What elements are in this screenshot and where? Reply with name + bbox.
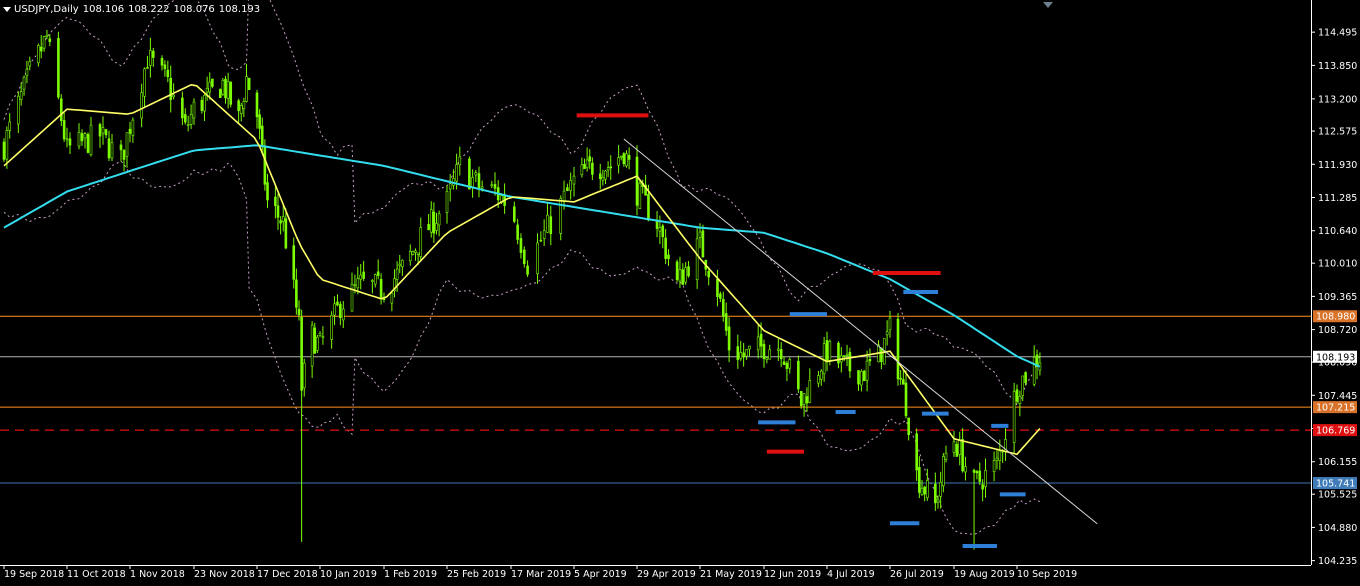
price-chart[interactable]: 114.495 113.850 113.200 112.575 111.930 111.2…: [0, 0, 1360, 582]
candle: [2, 138, 6, 163]
x-tick-label: 29 Apr 2019: [637, 569, 696, 580]
y-tick-label: 111.930: [1318, 160, 1357, 171]
svg-text:108.980: 108.980: [1316, 312, 1355, 323]
candle: [559, 195, 563, 241]
svg-text:107.215: 107.215: [1316, 403, 1355, 414]
high-value: 108.222: [128, 4, 170, 15]
x-tick-label: 17 Dec 2018: [257, 569, 318, 580]
x-tick-label: 1 Nov 2018: [130, 569, 185, 580]
y-tick-label: 105.525: [1318, 490, 1357, 501]
open-value: 108.106: [82, 4, 125, 15]
candle: [218, 88, 222, 98]
candle: [675, 259, 679, 283]
x-tick-label: 23 Nov 2018: [194, 569, 255, 580]
x-tick-label: 10 Sep 2019: [1017, 569, 1077, 580]
y-tick-label: 104.235: [1318, 556, 1357, 567]
x-tick-label: 17 Mar 2019: [511, 569, 571, 580]
x-tick-label: 21 May 2019: [700, 569, 762, 580]
x-tick-label: 19 Sep 2018: [4, 569, 64, 580]
price-level-label[interactable]: 105.741: [1313, 477, 1357, 490]
x-tick-label: 10 Jan 2019: [320, 569, 377, 580]
collapse-triangle-icon[interactable]: [3, 6, 11, 12]
candle: [316, 334, 319, 354]
svg-text:106.769: 106.769: [1316, 426, 1355, 437]
candle: [247, 77, 251, 91]
candle: [797, 355, 800, 393]
y-tick-label: 111.285: [1318, 193, 1357, 204]
candle: [799, 391, 803, 409]
y-tick-label: 108.720: [1318, 325, 1357, 336]
low-value: 108.076: [173, 4, 215, 15]
y-tick-label: 114.495: [1318, 28, 1357, 39]
candle: [411, 250, 415, 256]
x-tick-label: 1 Feb 2019: [384, 569, 437, 580]
price-level-label[interactable]: 108.980: [1313, 310, 1357, 323]
y-tick-label: 109.365: [1318, 292, 1357, 303]
x-tick-label: 5 Apr 2019: [574, 569, 627, 580]
price-level-label[interactable]: 106.769: [1313, 424, 1357, 437]
symbol-label: USDJPY,Daily: [14, 4, 79, 15]
y-tick-label: 104.880: [1318, 523, 1357, 534]
y-tick-label: 110.010: [1318, 259, 1357, 270]
candle: [86, 132, 90, 154]
candle: [1012, 382, 1016, 453]
x-tick-label: 25 Feb 2019: [447, 569, 506, 580]
candle: [221, 77, 225, 96]
y-tick-label: 110.640: [1318, 226, 1357, 237]
chart-window[interactable]: 114.495 113.850 113.200 112.575 111.930 111.2…: [0, 0, 1360, 582]
chart-header: USDJPY,Daily 108.106 108.222 108.076 108.193: [3, 4, 264, 15]
x-tick-label: 19 Aug 2019: [954, 569, 1015, 580]
y-tick-label: 113.200: [1318, 94, 1357, 105]
candle: [229, 81, 233, 108]
svg-text:108.193: 108.193: [1316, 352, 1355, 363]
candle: [468, 156, 471, 190]
y-tick-label: 106.155: [1318, 457, 1357, 468]
svg-text:105.741: 105.741: [1316, 479, 1355, 490]
price-level-label[interactable]: 107.215: [1313, 401, 1357, 414]
candle: [57, 31, 60, 100]
candle: [896, 313, 900, 386]
y-tick-label: 113.850: [1318, 61, 1357, 72]
close-value: 108.193: [218, 4, 261, 15]
y-tick-label: 112.575: [1318, 127, 1357, 138]
candle: [862, 369, 866, 382]
price-level-label[interactable]: 108.193: [1313, 350, 1357, 364]
x-tick-label: 12 Jun 2019: [764, 569, 821, 580]
y-tick-label: 107.445: [1318, 391, 1357, 402]
x-tick-label: 11 Oct 2018: [67, 569, 126, 580]
x-tick-label: 26 Jul 2019: [890, 569, 944, 580]
candle: [638, 180, 642, 210]
x-tick-label: 4 Jul 2019: [827, 569, 875, 580]
